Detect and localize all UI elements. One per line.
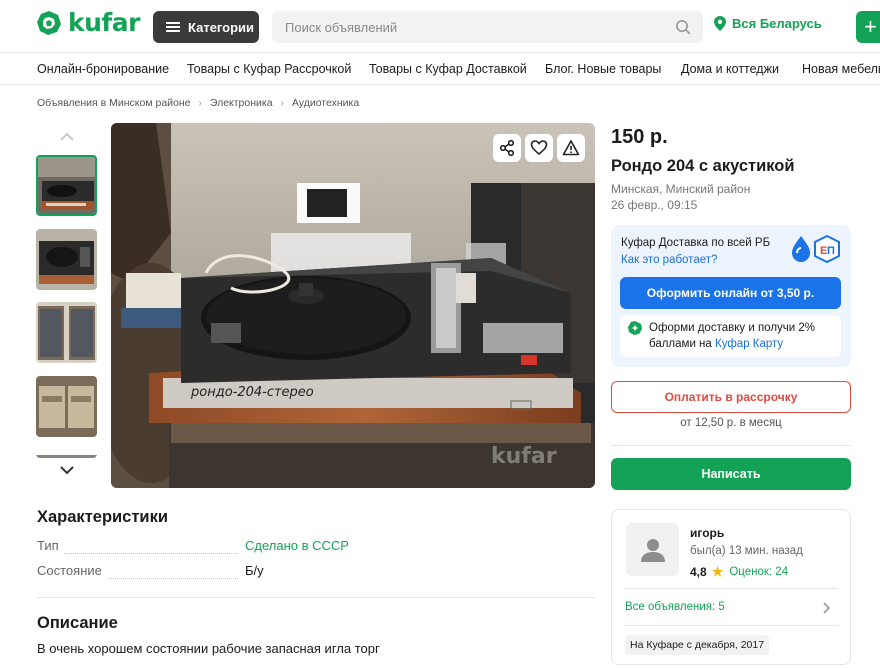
location-pin-icon	[714, 16, 726, 31]
photo-thumbnail[interactable]	[36, 155, 97, 216]
seller-rating: 4,8 ★ Оценок: 24	[690, 564, 788, 580]
promo-line-2: баллами на	[649, 338, 712, 350]
divider	[624, 588, 838, 589]
share-button[interactable]	[493, 134, 521, 162]
search-icon[interactable]	[675, 19, 691, 35]
breadcrumb-separator: ›	[280, 97, 284, 109]
seller-card: игорь был(а) 13 мин. назад 4,8 ★ Оценок:…	[611, 509, 851, 665]
watermark: kufar	[491, 444, 557, 469]
heart-icon	[530, 140, 548, 156]
region-selector[interactable]: Вся Беларусь	[714, 16, 822, 31]
thumbnail-image	[36, 376, 97, 437]
installment-note: от 12,50 р. в месяц	[680, 417, 782, 429]
main-photo[interactable]: рондо-204-стерео kufar	[111, 123, 595, 488]
categories-button[interactable]: Категории	[153, 11, 259, 43]
spec-dots	[109, 578, 238, 579]
delivery-card: Куфар Доставка по всей РБ Как это работа…	[611, 225, 851, 367]
logo-text: kufar	[68, 8, 141, 37]
categories-label: Категории	[188, 19, 255, 35]
photo-thumbnail[interactable]	[36, 376, 97, 437]
thumbnail-image	[38, 157, 95, 214]
reviews-link[interactable]: Оценок: 24	[729, 566, 788, 578]
listing-location: Минская, Минский район	[611, 182, 751, 196]
kufar-logo[interactable]: kufar	[36, 8, 141, 37]
avatar[interactable]	[626, 523, 679, 576]
installment-button[interactable]: Оплатить в рассрочку	[611, 381, 851, 413]
search-input[interactable]: Поиск объявлений	[272, 11, 703, 43]
thumbnail-image	[36, 455, 97, 458]
turntable-image: рондо-204-стерео kufar	[111, 123, 595, 488]
category-link[interactable]: Товары с Куфар Рассрочкой	[187, 62, 351, 76]
category-nav: Онлайн-бронирование Товары с Куфар Расср…	[0, 53, 880, 85]
seller-since-badge: На Куфаре с декабря, 2017	[625, 635, 770, 655]
category-link[interactable]: Новая мебель	[802, 62, 880, 76]
kufar-card-link[interactable]: Куфар Карту	[715, 338, 783, 350]
how-it-works-link[interactable]: Как это работает?	[621, 254, 717, 266]
divider	[37, 597, 595, 598]
turntable-label: рондо-204-стерео	[190, 385, 314, 400]
description-heading: Описание	[37, 614, 118, 632]
svg-text:П: П	[827, 245, 835, 257]
breadcrumb: Объявления в Минском районе › Электроник…	[37, 97, 359, 109]
breadcrumb-item[interactable]: Электроника	[210, 97, 273, 109]
kufar-card-promo: Оформи доставку и получи 2% баллами на К…	[620, 315, 841, 357]
order-delivery-button[interactable]: Оформить онлайн от 3,50 р.	[620, 277, 841, 309]
breadcrumb-separator: ›	[198, 97, 202, 109]
photo-thumbnail[interactable]	[36, 302, 97, 363]
region-label: Вся Беларусь	[732, 16, 822, 31]
promo-text: Оформи доставку и получи 2% баллами на К…	[649, 320, 815, 352]
category-link[interactable]: Дома и коттеджи	[681, 62, 779, 76]
chevron-down-icon[interactable]	[58, 464, 76, 476]
favorite-button[interactable]	[525, 134, 553, 162]
category-link[interactable]: Товары с Куфар Доставкой	[369, 62, 527, 76]
site-header: kufar Категории Поиск объявлений Вся Бел…	[0, 0, 880, 53]
rating-value: 4,8	[690, 565, 707, 579]
thumbnail-image	[36, 302, 97, 363]
divider	[611, 445, 851, 446]
star-icon: ★	[711, 564, 724, 579]
spec-label: Состояние	[37, 563, 102, 578]
post-ad-button[interactable]: +	[856, 11, 880, 43]
listing-date: 26 февр., 09:15	[611, 198, 698, 212]
breadcrumb-item[interactable]: Объявления в Минском районе	[37, 97, 191, 109]
user-avatar-icon	[640, 538, 665, 562]
all-ads-link[interactable]: Все объявления: 5	[625, 601, 725, 613]
category-link[interactable]: Блог. Новые товары	[545, 62, 661, 76]
description-text: В очень хорошем состоянии рабочие запасн…	[37, 641, 380, 656]
spec-value-condition: Б/у	[245, 563, 264, 578]
chevron-up-icon[interactable]	[58, 131, 76, 143]
kufar-card-icon	[628, 321, 642, 335]
thumbnail-image	[36, 229, 97, 290]
spec-value-type[interactable]: Сделано в СССР	[245, 538, 349, 553]
logo-mark-icon	[37, 11, 61, 35]
warning-icon	[562, 140, 580, 156]
listing-price: 150 р.	[611, 126, 668, 148]
menu-icon	[166, 22, 180, 32]
photo-thumbnail[interactable]	[36, 450, 97, 458]
photo-thumbnail[interactable]	[36, 229, 97, 290]
delivery-title: Куфар Доставка по всей РБ	[621, 237, 771, 249]
chevron-right-icon[interactable]	[822, 602, 830, 614]
seller-last-seen: был(а) 13 мин. назад	[690, 545, 803, 557]
search-placeholder: Поиск объявлений	[285, 19, 398, 35]
share-icon	[499, 139, 515, 157]
write-message-button[interactable]: Написать	[611, 458, 851, 490]
breadcrumb-item[interactable]: Аудиотехника	[292, 97, 359, 109]
spec-label: Тип	[37, 538, 59, 553]
divider	[624, 625, 838, 626]
plus-icon: +	[864, 14, 877, 39]
characteristics-heading: Характеристики	[37, 508, 168, 526]
listing-title: Рондо 204 с акустикой	[611, 157, 795, 175]
delivery-logo-icon: Е П	[792, 234, 840, 264]
category-link[interactable]: Онлайн-бронирование	[37, 62, 169, 76]
promo-line-1: Оформи доставку и получи 2%	[649, 322, 816, 334]
seller-name[interactable]: игорь	[690, 526, 724, 540]
report-button[interactable]	[557, 134, 585, 162]
spec-dots	[64, 553, 238, 554]
